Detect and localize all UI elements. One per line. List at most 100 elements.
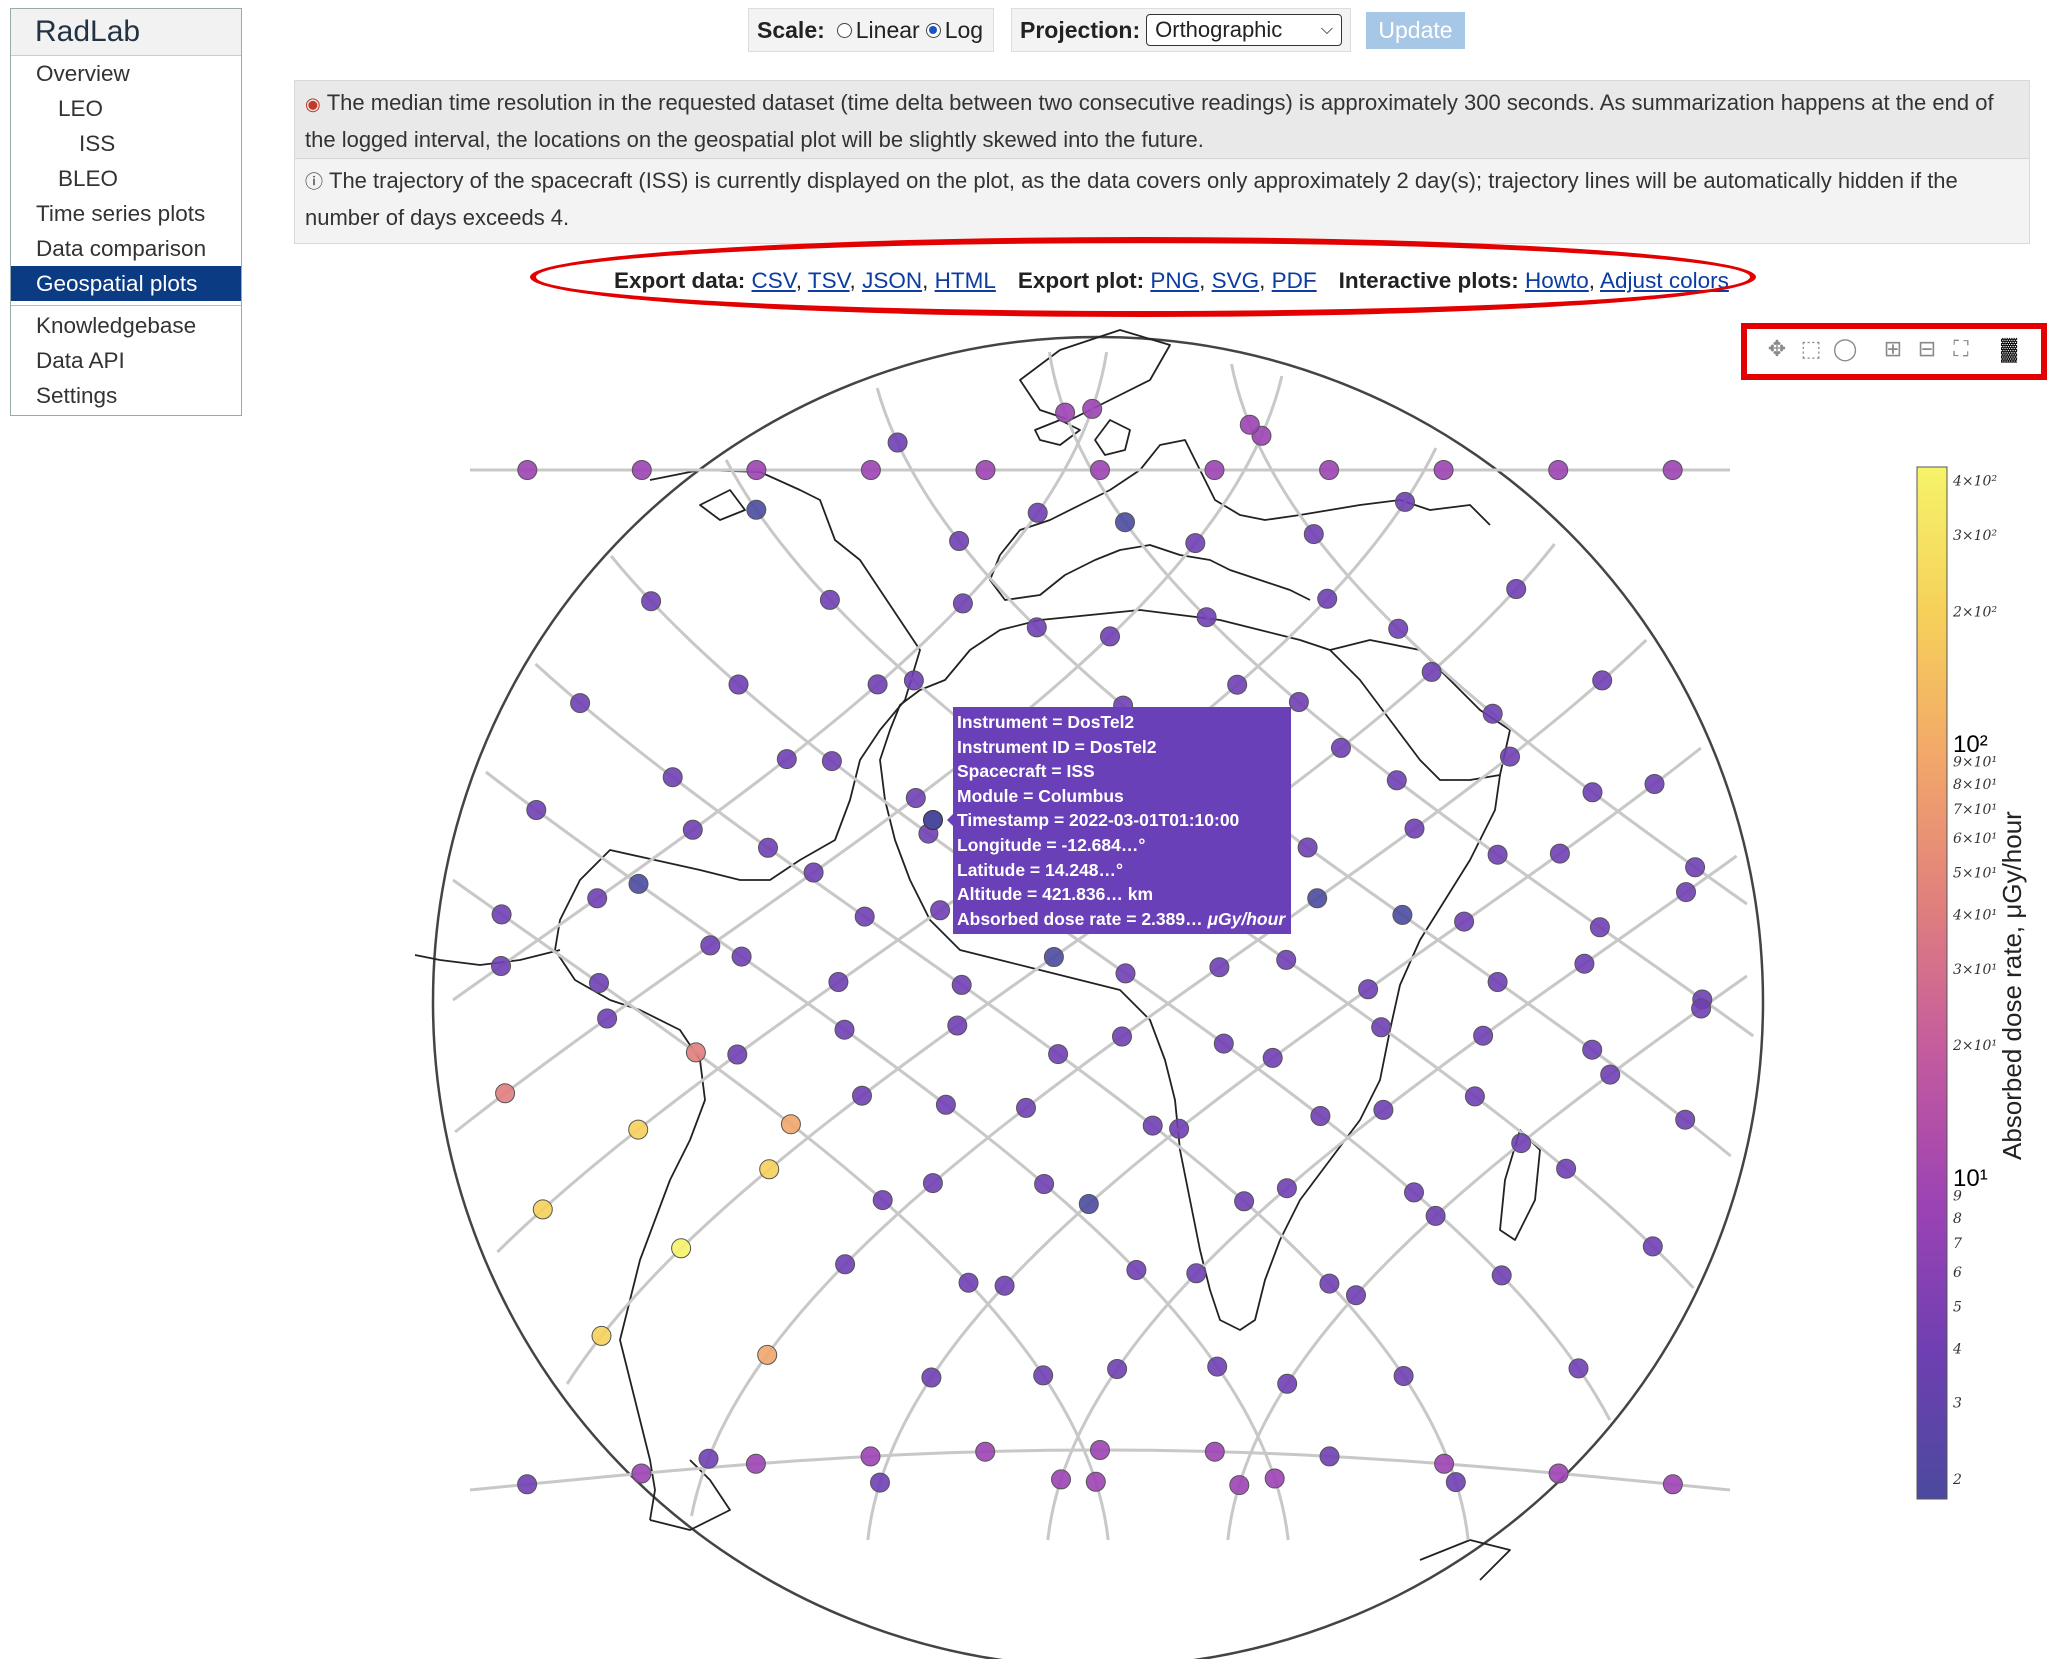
data-point[interactable]: [1319, 460, 1340, 480]
data-point[interactable]: [1051, 1469, 1071, 1490]
data-point[interactable]: [887, 432, 908, 453]
data-point[interactable]: [1434, 1453, 1455, 1474]
data-point[interactable]: [727, 1044, 748, 1065]
data-point[interactable]: [700, 935, 721, 956]
data-point[interactable]: [1644, 774, 1665, 794]
data-point[interactable]: [1317, 588, 1338, 609]
data-point[interactable]: [1142, 1115, 1163, 1136]
data-point[interactable]: [1115, 512, 1135, 533]
data-point[interactable]: [1078, 1194, 1099, 1214]
hovered-data-point[interactable]: [923, 810, 943, 830]
data-point[interactable]: [1126, 1260, 1147, 1280]
data-point[interactable]: [860, 460, 881, 480]
data-point[interactable]: [828, 972, 849, 992]
data-point[interactable]: [1213, 1033, 1234, 1054]
data-point[interactable]: [1445, 1472, 1466, 1493]
data-point[interactable]: [975, 460, 996, 480]
data-point[interactable]: [1276, 949, 1297, 970]
data-point[interactable]: [495, 1083, 516, 1104]
data-point[interactable]: [757, 1344, 778, 1365]
data-point[interactable]: [746, 460, 767, 480]
data-point[interactable]: [731, 946, 752, 967]
data-point[interactable]: [1055, 402, 1076, 423]
data-point[interactable]: [1207, 1356, 1228, 1377]
data-point[interactable]: [780, 1114, 801, 1135]
data-point[interactable]: [949, 531, 970, 551]
data-point[interactable]: [1487, 844, 1508, 865]
data-point[interactable]: [587, 888, 608, 909]
data-point[interactable]: [1582, 782, 1603, 803]
data-point[interactable]: [870, 1472, 890, 1493]
data-point[interactable]: [1082, 398, 1103, 419]
data-point[interactable]: [1386, 770, 1407, 791]
data-point[interactable]: [1090, 1440, 1110, 1460]
data-point[interactable]: [1100, 626, 1120, 647]
data-point[interactable]: [1592, 670, 1613, 691]
data-point[interactable]: [1487, 972, 1508, 992]
data-point[interactable]: [947, 1015, 968, 1036]
data-point[interactable]: [905, 788, 926, 808]
data-point[interactable]: [685, 1042, 706, 1063]
data-point[interactable]: [1331, 737, 1351, 758]
data-point[interactable]: [662, 767, 683, 788]
data-point[interactable]: [1404, 1182, 1424, 1203]
data-point[interactable]: [1239, 414, 1260, 435]
data-point[interactable]: [591, 1325, 612, 1346]
box-select-icon[interactable]: ⬚: [1794, 333, 1828, 365]
data-point[interactable]: [1556, 1158, 1577, 1179]
data-point[interactable]: [1277, 1373, 1298, 1394]
data-point[interactable]: [1234, 1191, 1255, 1212]
data-point[interactable]: [1662, 460, 1683, 480]
data-point[interactable]: [1574, 953, 1595, 974]
data-point[interactable]: [1303, 524, 1324, 545]
data-point[interactable]: [1454, 911, 1475, 932]
data-point[interactable]: [1395, 491, 1415, 512]
data-point[interactable]: [1392, 904, 1413, 925]
data-point[interactable]: [628, 873, 649, 894]
data-point[interactable]: [1346, 1285, 1366, 1306]
data-point[interactable]: [852, 1085, 872, 1106]
data-point[interactable]: [1373, 1099, 1394, 1120]
data-point[interactable]: [975, 1441, 996, 1462]
data-point[interactable]: [803, 862, 824, 883]
data-point[interactable]: [641, 591, 662, 612]
data-point[interactable]: [1085, 1471, 1106, 1492]
data-point[interactable]: [903, 670, 924, 691]
data-point[interactable]: [1500, 746, 1520, 767]
data-point[interactable]: [532, 1199, 553, 1220]
data-point[interactable]: [834, 1019, 855, 1040]
data-point[interactable]: [1027, 502, 1048, 523]
data-point[interactable]: [1511, 1133, 1532, 1154]
data-point[interactable]: [952, 593, 973, 614]
data-point[interactable]: [1204, 1441, 1225, 1462]
data-point[interactable]: [1685, 857, 1706, 878]
data-point[interactable]: [517, 460, 538, 480]
data-point[interactable]: [597, 1008, 618, 1029]
data-point[interactable]: [1048, 1044, 1069, 1065]
data-point[interactable]: [671, 1238, 692, 1259]
data-point[interactable]: [1393, 1366, 1414, 1386]
data-point[interactable]: [994, 1275, 1015, 1296]
data-point[interactable]: [1186, 1263, 1207, 1284]
data-point[interactable]: [1169, 1118, 1190, 1139]
data-point[interactable]: [1026, 617, 1047, 638]
data-point[interactable]: [1229, 1475, 1250, 1496]
data-point[interactable]: [1319, 1273, 1340, 1294]
data-point[interactable]: [776, 749, 797, 770]
data-point[interactable]: [631, 1463, 652, 1484]
data-point[interactable]: [759, 1159, 780, 1180]
data-point[interactable]: [1425, 1205, 1446, 1226]
data-point[interactable]: [1033, 1365, 1054, 1386]
data-point[interactable]: [1404, 818, 1425, 839]
data-point[interactable]: [1262, 1047, 1283, 1068]
data-point[interactable]: [1482, 703, 1503, 724]
data-point[interactable]: [1568, 1358, 1589, 1379]
data-point[interactable]: [1307, 888, 1328, 909]
data-point[interactable]: [1276, 1178, 1297, 1199]
data-point[interactable]: [698, 1448, 719, 1469]
data-point[interactable]: [631, 460, 652, 480]
data-point[interactable]: [517, 1474, 538, 1495]
data-point[interactable]: [1589, 917, 1610, 938]
data-point[interactable]: [1185, 533, 1206, 554]
data-point[interactable]: [1548, 460, 1569, 480]
